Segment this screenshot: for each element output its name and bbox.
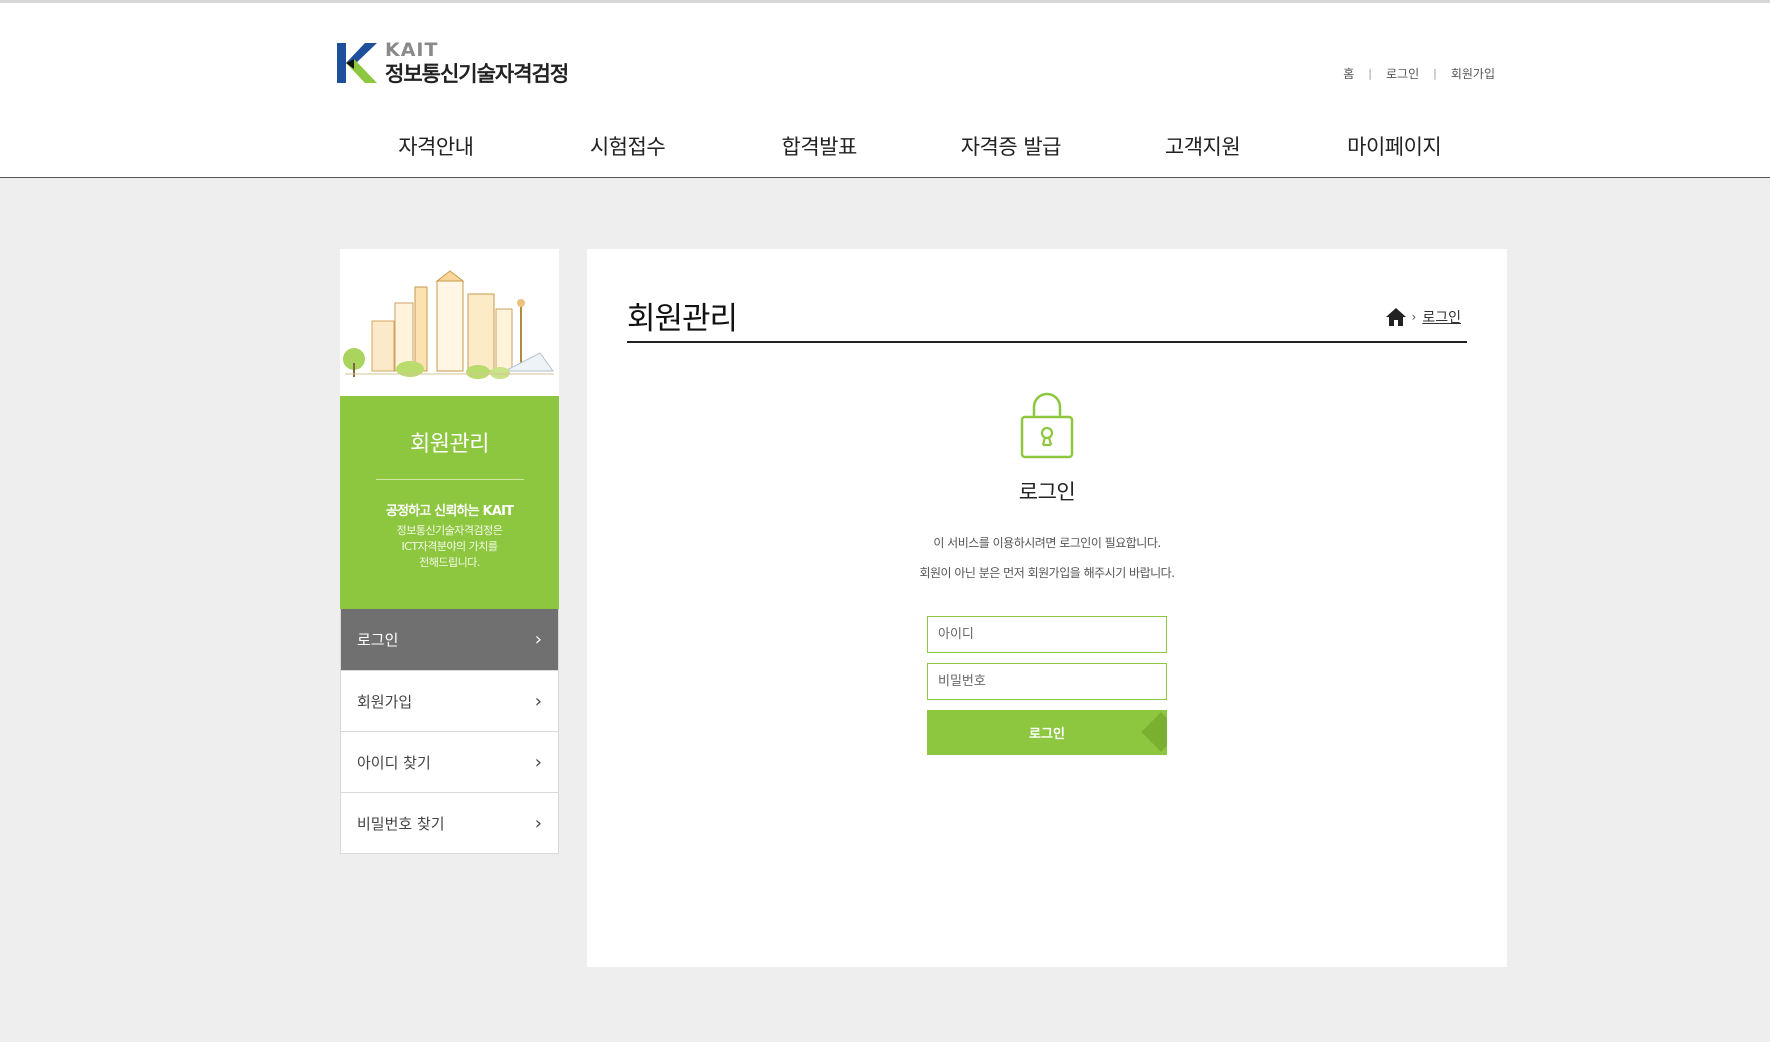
sidebar-item-label: 아이디 찾기 [357, 753, 431, 772]
login-message-line: 이 서비스를 이용하시려면 로그인이 필요합니다. [933, 536, 1161, 550]
chevron-right-icon: › [534, 812, 542, 834]
util-links: 홈 | 로그인 | 회원가입 [1343, 65, 1495, 82]
sidebar-slogan: 공정하고 신뢰하는 KAIT [385, 504, 514, 519]
nav-item-exam-registration[interactable]: 시험접수 [532, 131, 724, 161]
login-form: 로그인 [927, 616, 1167, 755]
sidebar-item-label: 로그인 [357, 631, 399, 649]
sidebar-item-label: 회원가입 [357, 692, 413, 711]
sidebar-item-find-id[interactable]: 아이디 찾기 › [341, 731, 558, 792]
site-logo[interactable]: KAIT 정보통신기술자격검정 [337, 39, 569, 86]
sidebar-description: 정보통신기술자격검정은 ICT자격분야의 가치를 전해드립니다. [340, 523, 559, 571]
home-icon[interactable] [1385, 308, 1406, 326]
login-link[interactable]: 로그인 [1386, 65, 1419, 82]
login-panel: 로그인 이 서비스를 이용하시려면 로그인이 필요합니다. 회원이 아닌 분은 … [587, 389, 1507, 755]
nav-item-customer-support[interactable]: 고객지원 [1107, 131, 1299, 161]
sidebar-item-label: 비밀번호 찾기 [357, 814, 445, 833]
sidebar-item-find-password[interactable]: 비밀번호 찾기 › [341, 792, 558, 853]
main-content: 회원관리 › 로그인 로그인 이 서비스를 이용하시려면 로그인이 필요합니다.… [587, 249, 1507, 967]
sidebar-divider [375, 479, 524, 480]
login-button-label: 로그인 [1029, 727, 1065, 742]
sidebar-item-signup[interactable]: 회원가입 › [341, 670, 558, 731]
sidebar-item-login[interactable]: 로그인 › [341, 609, 558, 670]
breadcrumb-current[interactable]: 로그인 [1422, 307, 1461, 327]
sidebar-title: 회원관리 [410, 432, 489, 457]
sidebar-desc-line: ICT자격분야의 가치를 [401, 540, 498, 553]
chevron-right-icon: › [534, 751, 542, 773]
login-title: 로그인 [1018, 480, 1076, 504]
chevron-right-icon: › [534, 690, 542, 712]
page-title: 회원관리 [627, 301, 738, 337]
signup-link[interactable]: 회원가입 [1451, 65, 1495, 82]
sidebar-banner: 회원관리 공정하고 신뢰하는 KAIT 정보통신기술자격검정은 ICT자격분야의… [340, 396, 559, 609]
diamond-decoration-icon [1141, 712, 1167, 752]
site-header: KAIT 정보통신기술자격검정 홈 | 로그인 | 회원가입 자격안내 시험접수… [0, 0, 1770, 178]
chevron-right-icon: › [534, 629, 542, 650]
sidebar: 회원관리 공정하고 신뢰하는 KAIT 정보통신기술자격검정은 ICT자격분야의… [340, 249, 559, 854]
password-input[interactable] [927, 663, 1167, 700]
login-message: 이 서비스를 이용하시려면 로그인이 필요합니다. 회원이 아닌 분은 먼저 회… [587, 528, 1507, 588]
login-message-line: 회원이 아닌 분은 먼저 회원가입을 해주시기 바랍니다. [919, 566, 1175, 580]
login-button[interactable]: 로그인 [927, 710, 1167, 755]
main-nav: 자격안내 시험접수 합격발표 자격증 발급 고객지원 마이페이지 [340, 131, 1490, 161]
city-illustration [340, 249, 559, 396]
nav-item-mypage[interactable]: 마이페이지 [1298, 131, 1490, 161]
logo-brand: KAIT [385, 39, 439, 61]
page-header: 회원관리 › 로그인 [627, 293, 1467, 343]
home-link[interactable]: 홈 [1343, 65, 1354, 82]
logo-name: 정보통신기술자격검정 [385, 62, 569, 86]
lock-icon [1020, 392, 1074, 459]
kait-logo-icon [337, 43, 377, 83]
sidebar-desc-line: 정보통신기술자격검정은 [396, 524, 503, 537]
util-separator: | [1433, 67, 1437, 80]
sidebar-desc-line: 전해드립니다. [419, 556, 480, 569]
nav-item-results[interactable]: 합격발표 [723, 131, 915, 161]
sidebar-menu: 로그인 › 회원가입 › 아이디 찾기 › 비밀번호 찾기 › [340, 609, 559, 854]
nav-item-qualification-info[interactable]: 자격안내 [340, 131, 532, 161]
chevron-right-icon: › [1411, 310, 1417, 324]
util-separator: | [1368, 67, 1372, 80]
breadcrumb: › 로그인 [1385, 307, 1461, 327]
nav-item-certificate-issue[interactable]: 자격증 발급 [915, 131, 1107, 161]
id-input[interactable] [927, 616, 1167, 653]
